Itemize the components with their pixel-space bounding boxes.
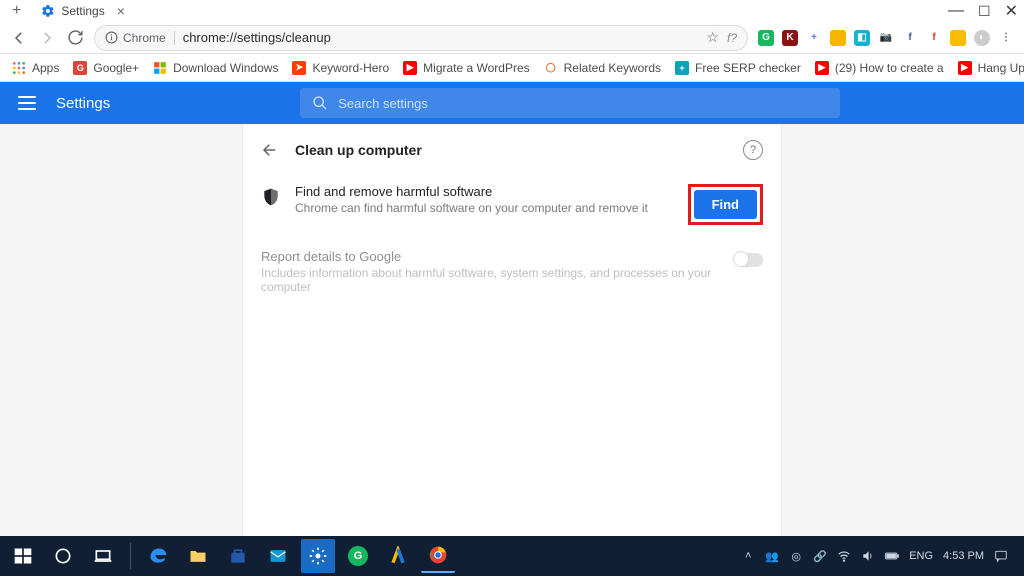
extension-grammarly[interactable]: G	[758, 30, 774, 46]
security-chip-label: Chrome	[123, 31, 166, 45]
adwords-button[interactable]	[381, 539, 415, 573]
file-explorer-button[interactable]	[181, 539, 215, 573]
bookmark-item[interactable]: GGoogle+	[73, 61, 139, 75]
bookmark-item[interactable]: Download Windows	[153, 61, 278, 75]
f-question-label: f?	[727, 31, 737, 45]
browser-toolbar: Chrome chrome://settings/cleanup ☆ f? GK…	[0, 22, 1024, 54]
search-icon	[312, 95, 328, 111]
find-button[interactable]: Find	[694, 190, 757, 219]
bookmark-item[interactable]: Apps	[12, 61, 59, 75]
mail-button[interactable]	[261, 539, 295, 573]
bookmark-item[interactable]: ➤Keyword-Hero	[292, 61, 389, 75]
volume-icon[interactable]	[861, 549, 875, 563]
bookmark-item[interactable]: ◯Related Keywords	[544, 61, 661, 75]
extension-red-f[interactable]: f	[926, 30, 942, 46]
settings-title: Settings	[56, 95, 110, 112]
help-icon[interactable]: ?	[743, 140, 763, 160]
info-icon	[105, 31, 118, 44]
find-harmful-subtitle: Chrome can find harmful software on your…	[295, 201, 648, 215]
bookmark-label: Free SERP checker	[695, 61, 801, 75]
extensions-row: GK + ◧ 📷 ff ◐ ⋮	[758, 30, 1014, 46]
extension-bookmark-ext[interactable]	[950, 30, 966, 46]
settings-search-input[interactable]	[338, 96, 828, 111]
find-harmful-row: Find and remove harmful software Chrome …	[243, 166, 781, 231]
cortana-button[interactable]	[46, 539, 80, 573]
panel-title: Clean up computer	[295, 142, 727, 158]
hamburger-menu-button[interactable]	[18, 96, 36, 110]
people-icon[interactable]: 👥	[765, 549, 779, 563]
report-details-toggle[interactable]	[735, 253, 763, 267]
bookmark-label: Keyword-Hero	[312, 61, 389, 75]
extension-fb[interactable]: f	[902, 30, 918, 46]
settings-search[interactable]	[300, 88, 840, 118]
start-button[interactable]	[6, 539, 40, 573]
window-close-button[interactable]: ✕	[1005, 1, 1018, 21]
back-button[interactable]	[10, 29, 28, 47]
browser-tab-settings[interactable]: Settings ×	[31, 0, 135, 22]
window-maximize-button[interactable]: ☐	[978, 3, 991, 20]
bookmark-label: (29) How to create a	[835, 61, 944, 75]
site-info-button[interactable]: Chrome	[105, 31, 175, 45]
battery-icon[interactable]	[885, 549, 899, 563]
action-center-icon[interactable]	[994, 549, 1008, 563]
taskview-button[interactable]	[86, 539, 120, 573]
omnibox[interactable]: Chrome chrome://settings/cleanup ☆ f?	[94, 25, 748, 51]
bookmark-item[interactable]: +Free SERP checker	[675, 61, 801, 75]
bookmark-label: Related Keywords	[564, 61, 661, 75]
windows-taskbar: G ˄ 👥 ◎ 🔗 ENG 4:53 PM	[0, 536, 1024, 576]
edge-button[interactable]	[141, 539, 175, 573]
tab-title: Settings	[61, 4, 104, 18]
bookmarks-bar: Apps GGoogle+ Download Windows ➤Keyword-Her…	[0, 54, 1024, 82]
grammarly-task-button[interactable]: G	[341, 539, 375, 573]
link-icon[interactable]: 🔗	[813, 549, 827, 563]
bookmark-item[interactable]: ▶(29) How to create a	[815, 61, 944, 75]
tray-chevron-icon[interactable]: ˄	[741, 549, 755, 563]
report-details-row: Report details to Google Includes inform…	[243, 231, 781, 312]
find-harmful-title: Find and remove harmful software	[295, 184, 648, 199]
extension-ext-k[interactable]: K	[782, 30, 798, 46]
settings-button[interactable]	[301, 539, 335, 573]
report-details-title: Report details to Google	[261, 249, 721, 264]
extension-yellow-ext[interactable]	[830, 30, 846, 46]
settings-page-body: Clean up computer ? Find and remove harm…	[0, 124, 1024, 536]
url-text: chrome://settings/cleanup	[183, 30, 331, 45]
bookmark-label: Google+	[93, 61, 139, 75]
system-tray: ˄ 👥 ◎ 🔗 ENG 4:53 PM	[741, 549, 1018, 563]
bookmark-label: Download Windows	[173, 61, 278, 75]
close-tab-icon[interactable]: ×	[117, 3, 125, 19]
language-indicator[interactable]: ENG	[909, 550, 933, 562]
shield-icon	[261, 186, 281, 208]
back-arrow-icon[interactable]	[261, 141, 279, 159]
gear-icon	[41, 4, 55, 18]
window-minimize-button[interactable]: —	[948, 2, 964, 20]
settings-header: Settings	[0, 82, 1024, 124]
store-button[interactable]	[221, 539, 255, 573]
bookmark-label: Hang Ups (Want Yo	[978, 61, 1024, 75]
extension-avatar[interactable]: ◐	[974, 30, 990, 46]
location-icon[interactable]: ◎	[789, 549, 803, 563]
bookmark-item[interactable]: ▶Migrate a WordPres	[403, 61, 529, 75]
wifi-icon[interactable]	[837, 549, 851, 563]
cleanup-panel: Clean up computer ? Find and remove harm…	[242, 124, 782, 536]
find-button-highlight: Find	[688, 184, 763, 225]
forward-button[interactable]	[38, 29, 56, 47]
extension-plus-ext[interactable]: +	[806, 30, 822, 46]
report-details-subtitle: Includes information about harmful softw…	[261, 266, 721, 294]
new-tab-button[interactable]: +	[12, 2, 21, 20]
extension-menu[interactable]: ⋮	[998, 30, 1014, 46]
bookmark-label: Migrate a WordPres	[423, 61, 529, 75]
clock[interactable]: 4:53 PM	[943, 550, 984, 562]
chrome-task-button[interactable]	[421, 539, 455, 573]
extension-screenshot[interactable]: ◧	[854, 30, 870, 46]
window-titlebar: + Settings × — ☐ ✕	[0, 0, 1024, 22]
bookmark-item[interactable]: ▶Hang Ups (Want Yo	[958, 61, 1024, 75]
bookmark-label: Apps	[32, 61, 59, 75]
extension-camera[interactable]: 📷	[878, 30, 894, 46]
bookmark-star-icon[interactable]: ☆	[706, 29, 719, 46]
reload-button[interactable]	[66, 29, 84, 47]
